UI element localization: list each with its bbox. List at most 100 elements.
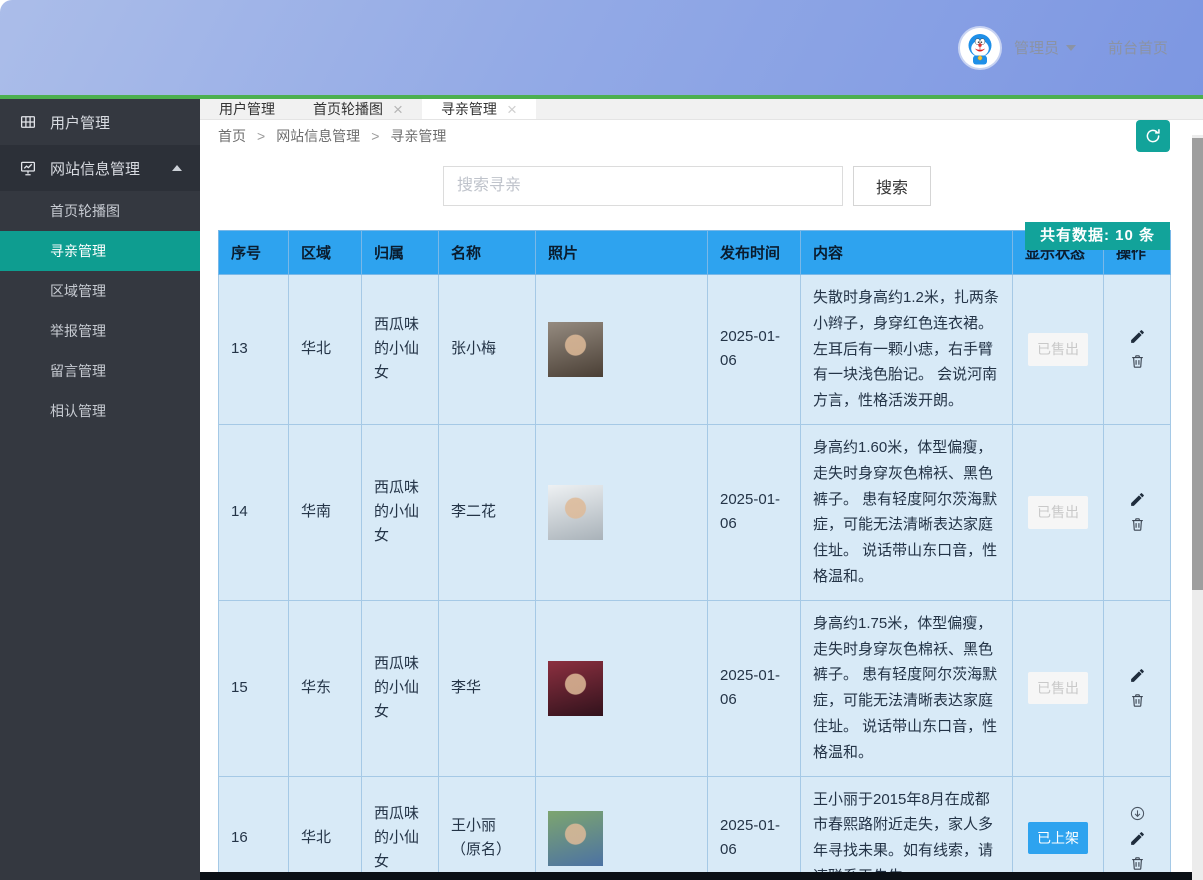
person-photo[interactable] (548, 810, 603, 866)
column-header: 内容 (800, 230, 1013, 275)
cell-date: 2025-01-06 (707, 775, 801, 880)
table-row: 14 华南 西瓜味的小仙女 李二花 2025-01-06 身高约1.60米，体型偏瘦，走失… (218, 423, 1171, 601)
cell-status: 已上架 (1012, 775, 1104, 880)
main-content: 用户管理 首页轮播图 × 寻亲管理 × 首页 > 网站信息管理 > 寻亲管理 搜索 (200, 99, 1203, 880)
cell-id: 16 (218, 775, 289, 880)
person-photo[interactable] (548, 660, 603, 716)
scrollbar-thumb[interactable] (1192, 138, 1203, 590)
breadcrumb-item[interactable]: 首页 (218, 126, 246, 146)
column-header: 发布时间 (707, 230, 801, 275)
cell-photo (535, 423, 708, 601)
search-button[interactable]: 搜索 (853, 166, 931, 206)
sidebar-item-message[interactable]: 留言管理 (0, 351, 200, 391)
cell-owner: 西瓜味的小仙女 (361, 423, 439, 601)
table-row: 16 华北 西瓜味的小仙女 王小丽（原名） 2025-01-06 王小丽于2015年8月在… (218, 775, 1171, 880)
row-actions (1116, 328, 1158, 370)
search-input[interactable] (443, 166, 843, 206)
search-row: 搜索 (443, 166, 1203, 206)
person-photo[interactable] (548, 321, 603, 377)
cell-content: 失散时身高约1.2米，扎两条小辫子，身穿红色连衣裙。左耳后有一颗小痣，右手臂有一… (800, 274, 1013, 425)
sidebar-item-region[interactable]: 区域管理 (0, 271, 200, 311)
breadcrumb-separator: > (257, 128, 266, 144)
cell-content: 身高约1.60米，体型偏瘦，走失时身穿灰色棉袄、黑色裤子。 患有轻度阿尔茨海默症… (800, 423, 1013, 601)
grid-icon (19, 113, 37, 131)
breadcrumb-separator: > (371, 128, 380, 144)
row-actions (1116, 667, 1158, 709)
close-icon[interactable]: × (393, 101, 403, 118)
tab-banner[interactable]: 首页轮播图 × (294, 99, 422, 119)
cell-actions (1103, 423, 1171, 601)
cell-actions (1103, 775, 1171, 880)
circle-down-icon[interactable] (1129, 805, 1146, 822)
tab-label: 用户管理 (219, 101, 275, 117)
cell-actions (1103, 274, 1171, 425)
cell-date: 2025-01-06 (707, 274, 801, 425)
trash-icon[interactable] (1129, 855, 1146, 872)
chevron-up-icon (172, 165, 182, 171)
breadcrumb-item[interactable]: 网站信息管理 (276, 126, 360, 146)
breadcrumb-bar: 首页 > 网站信息管理 > 寻亲管理 (200, 120, 1203, 152)
close-icon[interactable]: × (507, 101, 517, 118)
cell-region: 华南 (288, 423, 362, 601)
tab-label: 寻亲管理 (440, 101, 497, 117)
username-label: 管理员 (1013, 40, 1059, 57)
bottom-strip (200, 872, 1192, 880)
trash-icon[interactable] (1129, 692, 1146, 709)
header-right: 管理员 前台首页 (959, 27, 1168, 68)
column-header: 照片 (535, 230, 708, 275)
sidebar-item-label: 用户管理 (50, 114, 111, 132)
edit-icon[interactable] (1129, 830, 1146, 847)
edit-icon[interactable] (1129, 667, 1146, 684)
breadcrumb-item[interactable]: 寻亲管理 (390, 126, 446, 146)
cell-id: 13 (218, 274, 289, 425)
row-actions (1116, 491, 1158, 533)
sidebar-item-recognition[interactable]: 相认管理 (0, 391, 200, 431)
board-icon (19, 159, 37, 177)
cell-status: 已售出 (1012, 599, 1104, 777)
front-home-link[interactable]: 前台首页 (1108, 37, 1168, 58)
cell-actions (1103, 599, 1171, 777)
records-table: 序号 区域 归属 名称 照片 发布时间 内容 显示状态 操作 13 华北 西瓜味的小仙女 张小梅 202… (218, 230, 1171, 880)
app-header: 管理员 前台首页 (0, 0, 1203, 95)
cell-owner: 西瓜味的小仙女 (361, 599, 439, 777)
sidebar-item-banner[interactable]: 首页轮播图 (0, 191, 200, 231)
row-actions (1116, 805, 1158, 872)
cell-owner: 西瓜味的小仙女 (361, 775, 439, 880)
cell-name: 王小丽（原名） (438, 775, 536, 880)
scrollbar[interactable] (1192, 135, 1203, 880)
status-badge: 已售出 (1028, 333, 1088, 366)
cell-status: 已售出 (1012, 423, 1104, 601)
trash-icon[interactable] (1129, 353, 1146, 370)
cell-region: 华北 (288, 274, 362, 425)
cell-photo (535, 274, 708, 425)
table-row: 13 华北 西瓜味的小仙女 张小梅 2025-01-06 失散时身高约1.2米，扎两条小辫… (218, 274, 1171, 425)
table-row: 15 华东 西瓜味的小仙女 李华 2025-01-06 身高约1.75米，体型偏瘦，走失时… (218, 599, 1171, 777)
edit-icon[interactable] (1129, 491, 1146, 508)
status-badge: 已售出 (1028, 671, 1088, 705)
doraemon-avatar[interactable] (959, 27, 1000, 68)
trash-icon[interactable] (1129, 516, 1146, 533)
cell-region: 华东 (288, 599, 362, 777)
cell-id: 15 (218, 599, 289, 777)
refresh-button[interactable] (1136, 120, 1170, 152)
sidebar: 用户管理 网站信息管理 首页轮播图 寻亲管理 区域管理 举报管理 留言管理 相认管理 (0, 99, 200, 880)
tab-label: 首页轮播图 (313, 101, 383, 117)
sidebar-item-report[interactable]: 举报管理 (0, 311, 200, 351)
column-header: 归属 (361, 230, 439, 275)
edit-icon[interactable] (1129, 328, 1146, 345)
sidebar-item-site-info[interactable]: 网站信息管理 (0, 145, 200, 191)
sidebar-item-label: 网站信息管理 (50, 160, 141, 178)
sidebar-item-family-search[interactable]: 寻亲管理 (0, 231, 200, 271)
cell-content: 身高约1.75米，体型偏瘦，走失时身穿灰色棉袄、黑色裤子。 患有轻度阿尔茨海默症… (800, 599, 1013, 777)
cell-owner: 西瓜味的小仙女 (361, 274, 439, 425)
app-window: 管理员 前台首页 用户管理 网站信息管理 首页轮播图 寻亲管理 区域管理 举报管… (0, 0, 1203, 880)
cell-name: 张小梅 (438, 274, 536, 425)
tab-users[interactable]: 用户管理 (200, 99, 294, 119)
status-badge[interactable]: 已上架 (1028, 821, 1088, 855)
person-photo[interactable] (548, 484, 603, 540)
user-menu[interactable]: 管理员 (1014, 37, 1076, 58)
sidebar-item-users[interactable]: 用户管理 (0, 99, 200, 145)
tab-family-search[interactable]: 寻亲管理 × (421, 99, 536, 119)
column-header: 序号 (218, 230, 289, 275)
cell-region: 华北 (288, 775, 362, 880)
